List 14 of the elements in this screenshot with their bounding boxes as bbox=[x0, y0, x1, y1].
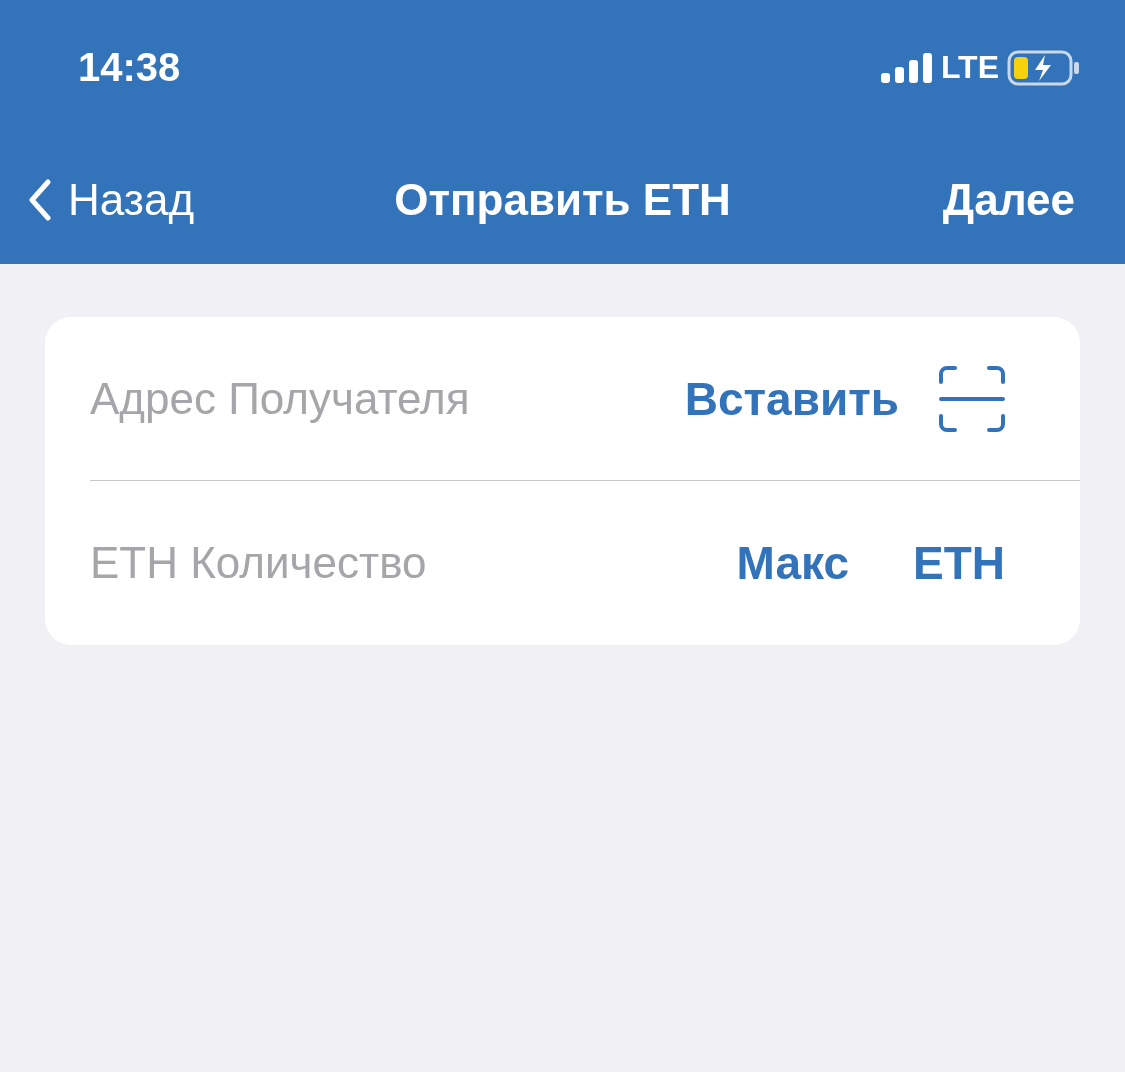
unit-button[interactable]: ETH bbox=[913, 536, 1005, 590]
action-button[interactable]: Макс bbox=[736, 536, 849, 590]
back-button[interactable]: Назад bbox=[28, 174, 195, 225]
chevron-left-icon bbox=[28, 178, 52, 221]
signal-icon bbox=[880, 52, 933, 83]
action-button[interactable]: Вставить bbox=[684, 371, 899, 426]
input-field[interactable]: Адрес Получателя bbox=[90, 373, 645, 424]
battery-icon bbox=[1007, 49, 1081, 86]
status-time: 14:38 bbox=[78, 45, 181, 90]
network-label: LTE bbox=[940, 49, 999, 86]
input-field[interactable]: ETH Количество bbox=[90, 538, 697, 588]
next-button[interactable]: Далее bbox=[942, 174, 1075, 225]
scan-icon[interactable] bbox=[939, 365, 1005, 432]
screen-title: Отправить ETH bbox=[394, 174, 731, 225]
